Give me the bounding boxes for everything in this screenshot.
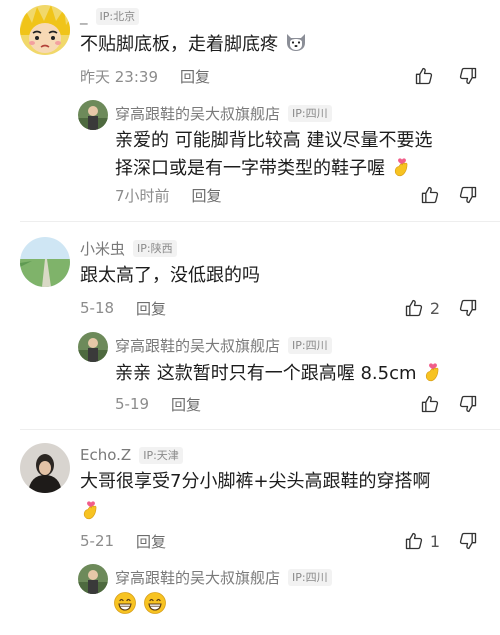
comment-body: 大哥很享受7分小脚裤+尖头高跟鞋的穿搭啊 (80, 471, 431, 492)
comment-thread: Echo.Z IP:天津 大哥很享受7分小脚裤+尖头高跟鞋的穿搭啊 5-21 回… (0, 0, 500, 635)
comment-text: 大哥很享受7分小脚裤+尖头高跟鞋的穿搭啊 (80, 468, 480, 525)
comment-time: 5-21 (80, 532, 115, 550)
ip-location-tag: IP:四川 (288, 568, 332, 586)
shop-avatar[interactable] (78, 564, 108, 594)
reply-button[interactable]: 回复 (136, 531, 166, 552)
shop-name[interactable]: 穿高跟鞋的吴大叔旗舰店 (115, 567, 280, 588)
like-count: 1 (429, 531, 440, 551)
grinning-face-emoji-icon (113, 591, 137, 615)
like-button[interactable]: 1 (404, 530, 440, 552)
finger-heart-emoji-icon (80, 497, 102, 521)
reply-text (113, 591, 167, 619)
grinning-face-emoji-icon (143, 591, 167, 615)
thumbs-down-icon (458, 531, 478, 551)
thumbs-up-icon (404, 531, 424, 551)
dislike-button[interactable] (458, 530, 478, 552)
ip-location-tag: IP:天津 (139, 446, 183, 464)
username[interactable]: Echo.Z (80, 446, 131, 464)
user-avatar[interactable] (20, 443, 70, 493)
